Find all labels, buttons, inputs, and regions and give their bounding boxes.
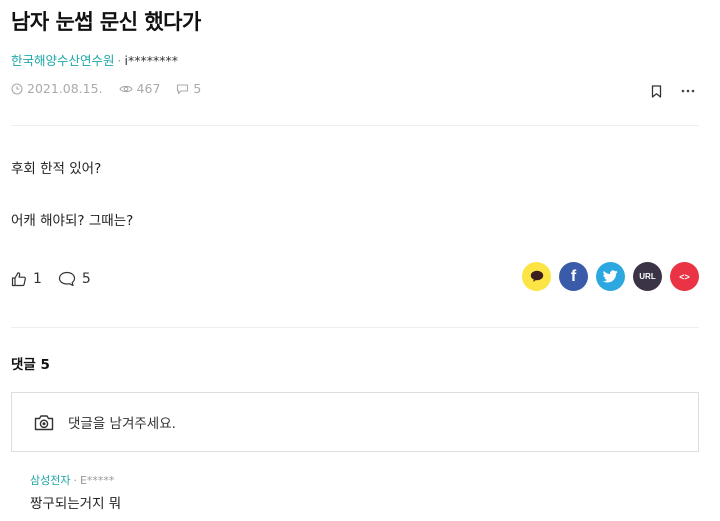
share-url-button[interactable]: URL [633,262,662,291]
author-user: i******** [124,53,178,68]
share-embed-button[interactable]: <> [670,262,699,291]
more-icon [681,89,695,93]
kakao-icon [530,270,543,282]
comments-title: 댓글 5 [11,357,50,373]
like-button[interactable]: 1 [11,271,42,287]
comment-text: 짱구되는거지 뭐 [30,496,122,512]
post-body-line: 어캐 해야되? 그때는? [11,213,134,229]
twitter-icon [603,270,618,283]
post-actions [634,82,698,100]
comment-bubble-icon [58,271,76,287]
post-comment-count-text: 5 [193,81,202,96]
author-line: 한국해양수산연수원 · i******** [11,50,178,69]
post-views-text: 467 [136,81,161,96]
post-views: 467 [118,81,161,96]
comment-separator: · [73,474,77,487]
share-kakao-button[interactable] [522,262,551,291]
reactions-divider [11,327,699,328]
comment-input[interactable]: 댓글을 남겨주세요. [11,392,699,452]
eye-icon [118,85,133,92]
more-button[interactable] [678,82,698,100]
post-meta: 2021.08.15. 467 5 [11,81,217,96]
post-title: 남자 눈썹 문신 했다가 [11,10,201,34]
share-facebook-button[interactable]: f [559,262,588,291]
author-separator: · [117,53,122,68]
comment-bubble-icon [177,83,189,94]
reactions: 1 5 [11,271,107,287]
comment-placeholder: 댓글을 남겨주세요. [68,416,176,432]
author-company[interactable]: 한국해양수산연수원 [11,53,115,68]
post-comment-count: 5 [176,81,201,96]
post-date-text: 2021.08.15. [27,81,103,96]
post-date: 2021.08.15. [11,81,103,96]
url-icon: URL [639,272,656,281]
embed-icon: <> [679,271,690,282]
comment-company[interactable]: 삼성전자 [30,474,70,487]
facebook-icon: f [570,267,577,285]
post-body-line: 후회 한적 있어? [11,161,102,177]
comment-author-line: 삼성전자 · E***** [30,472,114,488]
comment-button[interactable]: 5 [58,271,91,287]
share-twitter-button[interactable] [596,262,625,291]
comment-count: 5 [81,271,91,287]
thumbs-up-icon [11,272,26,287]
comment-user: E***** [79,474,115,487]
header-divider [11,125,699,126]
camera-icon[interactable] [34,414,54,431]
bookmark-button[interactable] [646,82,666,100]
like-count: 1 [33,271,42,287]
post-page: 남자 눈썹 문신 했다가 한국해양수산연수원 · i******** 2021.08… [0,0,720,521]
share-buttons: f URL <> [514,262,699,291]
clock-icon [11,82,23,95]
bookmark-icon [651,84,661,98]
